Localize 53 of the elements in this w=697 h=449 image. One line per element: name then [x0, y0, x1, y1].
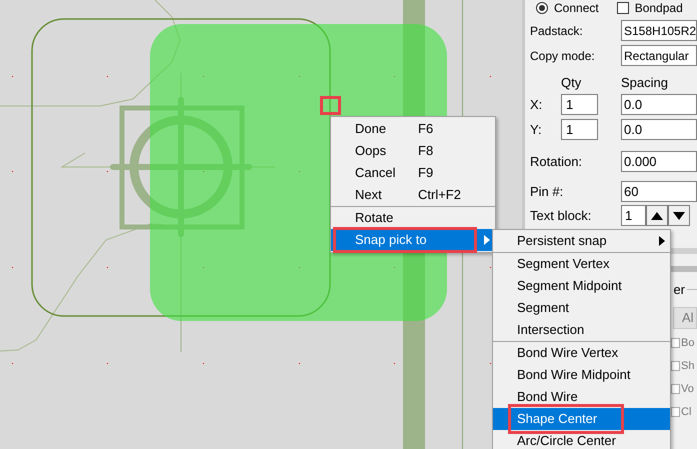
rotation-field[interactable]: 0.000 — [621, 151, 697, 172]
option-label: Connect — [554, 0, 599, 17]
menu-item[interactable]: Segment — [493, 297, 670, 319]
field-label: Rotation: — [530, 152, 584, 171]
checkbox[interactable] — [671, 361, 680, 371]
input-field[interactable]: S158H105R2 — [621, 20, 697, 41]
checkbox-label: Cl — [681, 404, 692, 420]
spacing-field[interactable]: 0.0 — [621, 94, 697, 115]
menu-item[interactable]: Intersection — [493, 319, 670, 341]
menu-item[interactable]: Arc/Circle Center — [493, 430, 670, 449]
menu-item[interactable]: Segment Vertex — [493, 253, 670, 275]
checkbox[interactable] — [671, 407, 680, 417]
group-label: er — [673, 281, 685, 299]
down-arrow-icon — [673, 212, 685, 220]
checkbox[interactable] — [616, 2, 629, 14]
field-label: Padstack: — [530, 22, 584, 40]
pin-field[interactable]: 60 — [621, 181, 697, 202]
checkbox[interactable] — [671, 338, 680, 348]
option-label: Bondpad — [634, 0, 683, 17]
field-label: Text block: — [530, 206, 592, 225]
menu-item[interactable]: Rotate — [331, 207, 495, 229]
menu-item[interactable]: Segment Midpoint — [493, 275, 670, 297]
column-header: Spacing — [621, 74, 668, 92]
text-block-field[interactable]: 1 — [621, 205, 646, 226]
menu-item[interactable]: Persistent snap — [493, 230, 670, 252]
axis-label: Y: — [530, 120, 543, 139]
menu-item[interactable]: Cancel F9 — [331, 162, 495, 184]
field-label: Copy mode: — [530, 48, 596, 64]
menu-item[interactable]: Oops F8 — [331, 140, 495, 162]
radio-button[interactable] — [536, 2, 548, 14]
qty-field[interactable]: 1 — [561, 94, 598, 115]
menu-item[interactable]: Bond Wire Vertex — [493, 342, 670, 364]
highlight-marker — [320, 96, 341, 115]
axis-label: X: — [530, 96, 544, 114]
menu-item[interactable]: Snap pick to — [331, 229, 495, 251]
checkbox-label: Sh — [681, 358, 694, 374]
down-button[interactable] — [668, 205, 690, 226]
spacing-field[interactable]: 0.0 — [621, 119, 697, 140]
menu-item[interactable]: Done F6 — [331, 118, 495, 140]
input-field[interactable]: Rectangular — [621, 45, 697, 66]
field-label: Pin #: — [530, 182, 564, 201]
qty-field[interactable]: 1 — [561, 119, 598, 140]
column-header: Qty — [561, 74, 582, 92]
checkbox[interactable] — [671, 384, 680, 394]
up-button[interactable] — [646, 205, 668, 226]
menu-item[interactable]: Bond Wire — [493, 386, 670, 408]
submenu-arrow-icon — [484, 235, 490, 245]
menu-item[interactable]: Bond Wire Midpoint — [493, 364, 670, 386]
submenu-arrow-icon — [659, 236, 665, 246]
checkbox-label: Vo — [681, 382, 694, 397]
up-arrow-icon — [651, 212, 663, 220]
checkbox-label: Bo — [681, 336, 694, 351]
menu-item[interactable]: Next Ctrl+F2 — [331, 184, 495, 206]
